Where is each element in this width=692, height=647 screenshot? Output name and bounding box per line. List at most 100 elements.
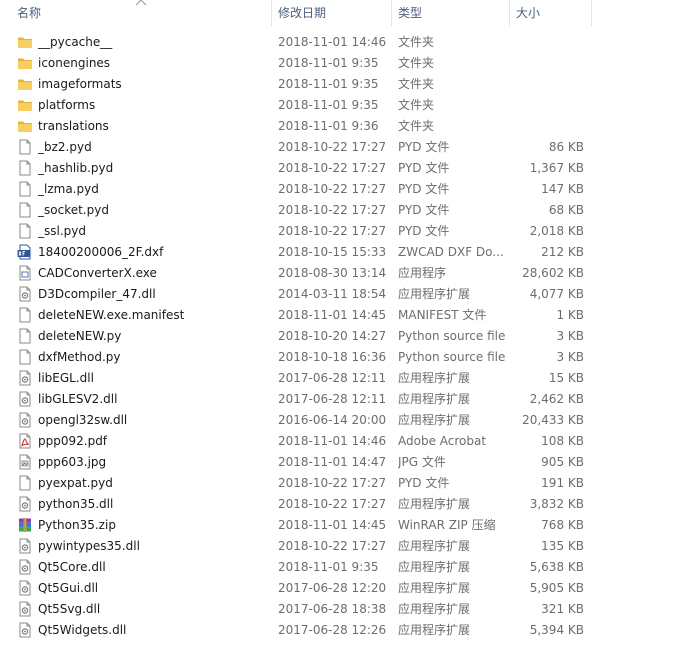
- file-name[interactable]: Qt5Gui.dll: [38, 578, 273, 599]
- file-list: __pycache__ 2018-11-01 14:46 文件夹 iconengine…: [0, 32, 692, 641]
- file-size: [512, 32, 584, 53]
- file-size: 212 KB: [541, 245, 584, 259]
- file-type: PYD 文件: [398, 182, 450, 196]
- file-name[interactable]: dxfMethod.py: [38, 347, 273, 368]
- file-row[interactable]: _lzma.pyd 2018-10-22 17:27 PYD 文件 147 KB: [0, 179, 692, 200]
- file-name[interactable]: Qt5Svg.dll: [38, 599, 273, 620]
- file-row[interactable]: Python35.zip 2018-11-01 14:45 WinRAR ZIP 压…: [0, 515, 692, 536]
- column-separator[interactable]: [591, 0, 592, 26]
- file-name[interactable]: Qt5Widgets.dll: [38, 620, 273, 641]
- file-type: 文件夹: [398, 56, 435, 70]
- file-row[interactable]: imageformats 2018-11-01 9:35 文件夹: [0, 74, 692, 95]
- file-row[interactable]: Qt5Svg.dll 2017-06-28 18:38 应用程序扩展 321 KB: [0, 599, 692, 620]
- file-icon: [17, 328, 33, 345]
- file-name[interactable]: ppp092.pdf: [38, 431, 273, 452]
- file-name[interactable]: python35.dll: [38, 494, 273, 515]
- file-name[interactable]: _lzma.pyd: [38, 179, 273, 200]
- file-row[interactable]: __pycache__ 2018-11-01 14:46 文件夹: [0, 32, 692, 53]
- file-row[interactable]: libGLESV2.dll 2017-06-28 12:11 应用程序扩展 2,462…: [0, 389, 692, 410]
- file-row[interactable]: pywintypes35.dll 2018-10-22 17:27 应用程序扩展 13…: [0, 536, 692, 557]
- column-header-type[interactable]: 类型: [398, 0, 422, 26]
- file-type: ZWCAD DXF Do...: [398, 245, 504, 259]
- file-size: 2,462 KB: [529, 392, 584, 406]
- file-name[interactable]: D3Dcompiler_47.dll: [38, 284, 273, 305]
- file-name[interactable]: CADConverterX.exe: [38, 263, 273, 284]
- file-row[interactable]: Qt5Gui.dll 2017-06-28 12:20 应用程序扩展 5,905 KB: [0, 578, 692, 599]
- folder-icon: [17, 55, 33, 72]
- file-size: 2,018 KB: [529, 224, 584, 238]
- dll-icon: [17, 580, 33, 597]
- file-row[interactable]: Qt5Widgets.dll 2017-06-28 12:26 应用程序扩展 5,39…: [0, 620, 692, 641]
- file-type: 应用程序扩展: [398, 287, 471, 301]
- file-row[interactable]: Qt5Core.dll 2018-11-01 9:35 应用程序扩展 5,638 KB: [0, 557, 692, 578]
- column-header-bar: 名称 修改日期 类型 大小: [0, 0, 692, 26]
- file-row[interactable]: dxfMethod.py 2018-10-18 16:36 Python sourc…: [0, 347, 692, 368]
- file-type: PYD 文件: [398, 140, 450, 154]
- column-separator[interactable]: [391, 0, 392, 26]
- file-row[interactable]: iconengines 2018-11-01 9:35 文件夹: [0, 53, 692, 74]
- file-row[interactable]: 18400200006_2F.dxf 2018-10-15 15:33 ZWCAD …: [0, 242, 692, 263]
- file-name[interactable]: deleteNEW.exe.manifest: [38, 305, 273, 326]
- file-size: 147 KB: [541, 182, 584, 196]
- file-name[interactable]: Python35.zip: [38, 515, 273, 536]
- file-name[interactable]: imageformats: [38, 74, 273, 95]
- file-row[interactable]: translations 2018-11-01 9:36 文件夹: [0, 116, 692, 137]
- file-name[interactable]: _ssl.pyd: [38, 221, 273, 242]
- file-type: 文件夹: [398, 119, 435, 133]
- file-modified-date: 2018-11-01 9:36: [278, 119, 379, 133]
- file-row[interactable]: D3Dcompiler_47.dll 2014-03-11 18:54 应用程序扩展…: [0, 284, 692, 305]
- folder-icon: [17, 118, 33, 135]
- column-header-name[interactable]: 名称: [17, 0, 41, 26]
- file-name[interactable]: pyexpat.pyd: [38, 473, 273, 494]
- file-name[interactable]: ppp603.jpg: [38, 452, 273, 473]
- file-row[interactable]: _socket.pyd 2018-10-22 17:27 PYD 文件 68 KB: [0, 200, 692, 221]
- file-name[interactable]: libGLESV2.dll: [38, 389, 273, 410]
- file-name[interactable]: deleteNEW.py: [38, 326, 273, 347]
- file-name[interactable]: _bz2.pyd: [38, 137, 273, 158]
- file-type: MANIFEST 文件: [398, 308, 487, 322]
- file-modified-date: 2018-10-15 15:33: [278, 245, 387, 259]
- file-row[interactable]: pyexpat.pyd 2018-10-22 17:27 PYD 文件 191 KB: [0, 473, 692, 494]
- file-row[interactable]: ppp092.pdf 2018-11-01 14:46 Adobe Acrobat 1…: [0, 431, 692, 452]
- file-modified-date: 2018-10-20 14:27: [278, 329, 387, 343]
- file-icon: [17, 181, 33, 198]
- file-row[interactable]: _ssl.pyd 2018-10-22 17:27 PYD 文件 2,018 KB: [0, 221, 692, 242]
- file-name[interactable]: Qt5Core.dll: [38, 557, 273, 578]
- file-modified-date: 2018-10-22 17:27: [278, 161, 387, 175]
- column-header-size[interactable]: 大小: [516, 0, 540, 26]
- file-modified-date: 2018-10-22 17:27: [278, 182, 387, 196]
- file-modified-date: 2018-11-01 14:47: [278, 455, 387, 469]
- column-header-date[interactable]: 修改日期: [278, 0, 326, 26]
- file-size: 905 KB: [541, 455, 584, 469]
- file-name[interactable]: translations: [38, 116, 273, 137]
- file-row[interactable]: _bz2.pyd 2018-10-22 17:27 PYD 文件 86 KB: [0, 137, 692, 158]
- file-name[interactable]: platforms: [38, 95, 273, 116]
- column-separator[interactable]: [509, 0, 510, 26]
- file-type: PYD 文件: [398, 161, 450, 175]
- file-size: 86 KB: [548, 140, 584, 154]
- file-row[interactable]: platforms 2018-11-01 9:35 文件夹: [0, 95, 692, 116]
- file-name[interactable]: _hashlib.pyd: [38, 158, 273, 179]
- file-size: 68 KB: [548, 203, 584, 217]
- file-row[interactable]: ppp603.jpg 2018-11-01 14:47 JPG 文件 905 KB: [0, 452, 692, 473]
- file-size: 191 KB: [541, 476, 584, 490]
- file-row[interactable]: deleteNEW.py 2018-10-20 14:27 Python sourc…: [0, 326, 692, 347]
- file-row[interactable]: python35.dll 2018-10-22 17:27 应用程序扩展 3,832 …: [0, 494, 692, 515]
- file-row[interactable]: CADConverterX.exe 2018-08-30 13:14 应用程序 28,…: [0, 263, 692, 284]
- file-size: 1 KB: [556, 308, 584, 322]
- file-row[interactable]: opengl32sw.dll 2016-06-14 20:00 应用程序扩展 20,4…: [0, 410, 692, 431]
- file-row[interactable]: _hashlib.pyd 2018-10-22 17:27 PYD 文件 1,367 …: [0, 158, 692, 179]
- file-name[interactable]: _socket.pyd: [38, 200, 273, 221]
- file-row[interactable]: deleteNEW.exe.manifest 2018-11-01 14:45 MA…: [0, 305, 692, 326]
- column-separator[interactable]: [271, 0, 272, 26]
- file-size: 768 KB: [541, 518, 584, 532]
- file-name[interactable]: pywintypes35.dll: [38, 536, 273, 557]
- file-name[interactable]: libEGL.dll: [38, 368, 273, 389]
- file-modified-date: 2014-03-11 18:54: [278, 287, 387, 301]
- file-name[interactable]: opengl32sw.dll: [38, 410, 273, 431]
- file-modified-date: 2018-10-18 16:36: [278, 350, 387, 364]
- file-name[interactable]: 18400200006_2F.dxf: [38, 242, 273, 263]
- file-name[interactable]: __pycache__: [38, 32, 273, 53]
- file-row[interactable]: libEGL.dll 2017-06-28 12:11 应用程序扩展 15 KB: [0, 368, 692, 389]
- file-name[interactable]: iconengines: [38, 53, 273, 74]
